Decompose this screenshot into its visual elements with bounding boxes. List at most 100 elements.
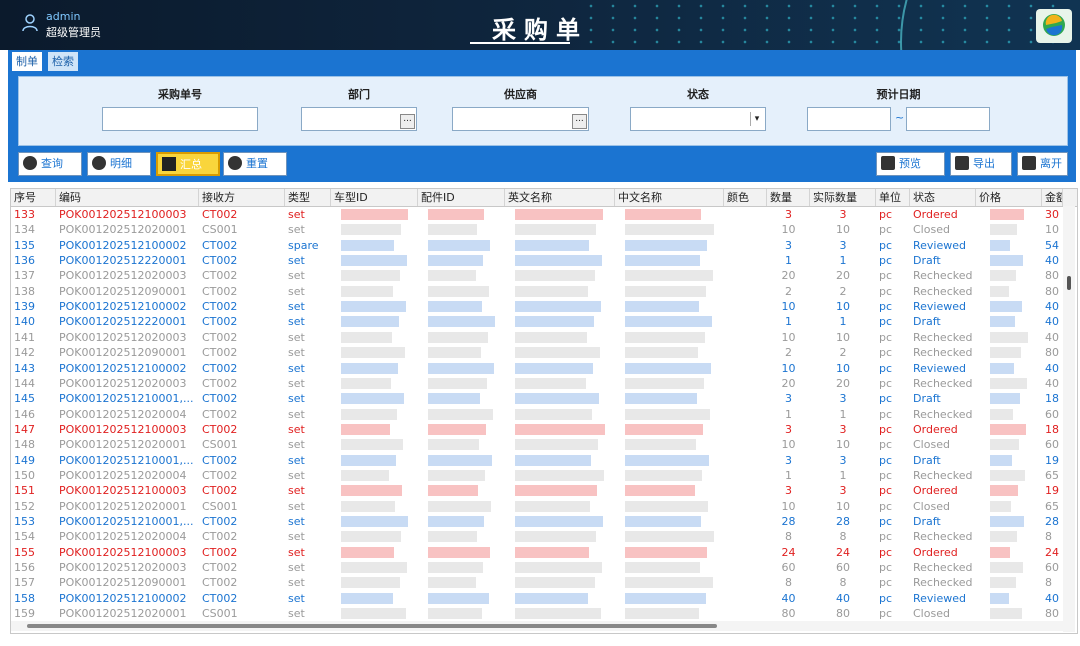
column-header[interactable]: 英文名称 — [505, 189, 615, 206]
column-header[interactable]: 状态 — [910, 189, 976, 206]
redacted-cell — [515, 546, 589, 558]
department-input[interactable]: ... — [301, 107, 417, 131]
date-to-input[interactable] — [906, 107, 990, 131]
date-from-input[interactable] — [807, 107, 891, 131]
table-row[interactable]: 159 POK001202512020001 CS001 set 80 80 pc Close… — [11, 606, 1063, 621]
column-header[interactable]: 数量 — [767, 189, 810, 206]
leave-button[interactable]: 离开 — [1017, 152, 1068, 176]
user-role: 超级管理员 — [46, 26, 101, 39]
column-header[interactable]: 价格 — [976, 189, 1042, 206]
table-row[interactable]: 140 POK001202512220001 CT002 set 1 1 pc Draft 40 — [11, 314, 1063, 329]
table-row[interactable]: 149 POK00120251210001,... CT002 set 3 3 pc Draf… — [11, 453, 1063, 468]
data-grid[interactable]: 序号 编码 接收方 类型 车型ID 配件ID 英文名称 中文名称 颜色 数量 实际数量 单位 状态 价格金… — [10, 188, 1078, 634]
table-row[interactable]: 155 POK001202512100003 CT002 set 24 24 pc Order… — [11, 545, 1063, 560]
column-header[interactable]: 车型ID — [331, 189, 418, 206]
table-row[interactable]: 136 POK001202512220001 CT002 set 1 1 pc Draft 40 — [11, 253, 1063, 268]
cell-recv: CT002 — [202, 346, 238, 360]
table-row[interactable]: 138 POK001202512090001 CT002 set 2 2 pc Recheck… — [11, 284, 1063, 299]
table-row[interactable]: 147 POK001202512100003 CT002 set 3 3 pc Ordered… — [11, 422, 1063, 437]
preview-button[interactable]: 预览 — [876, 152, 945, 176]
cell-status: Closed — [913, 499, 950, 513]
column-header[interactable]: 实际数量 — [810, 189, 876, 206]
table-row[interactable]: 142 POK001202512090001 CT002 set 2 2 pc Recheck… — [11, 345, 1063, 360]
cell-status: Ordered — [913, 545, 958, 559]
redacted-cell — [990, 347, 1021, 359]
vertical-scroll-thumb[interactable] — [1067, 276, 1071, 290]
cell-amount: 40 — [1045, 361, 1059, 375]
table-row[interactable]: 145 POK00120251210001,... CT002 set 3 3 pc Draf… — [11, 391, 1063, 406]
cell-amount: 40 — [1045, 315, 1059, 329]
redacted-cell — [341, 301, 406, 313]
table-row[interactable]: 154 POK001202512020004 CT002 set 8 8 pc Recheck… — [11, 529, 1063, 544]
cell-recv: CT002 — [202, 238, 238, 252]
table-row[interactable]: 158 POK001202512100002 CT002 set 40 40 pc Revie… — [11, 591, 1063, 606]
table-row[interactable]: 157 POK001202512090001 CT002 set 8 8 pc Recheck… — [11, 575, 1063, 590]
table-row[interactable]: 137 POK001202512020003 CT002 set 20 20 pc Reche… — [11, 268, 1063, 283]
export-button[interactable]: 导出 — [950, 152, 1012, 176]
table-row[interactable]: 146 POK001202512020004 CT002 set 1 1 pc Recheck… — [11, 407, 1063, 422]
column-header[interactable]: 单位 — [876, 189, 910, 206]
tab-create[interactable]: 制单 — [12, 52, 42, 71]
column-header[interactable]: 接收方 — [199, 189, 285, 206]
reset-button[interactable]: 重置 — [223, 152, 287, 176]
redacted-cell — [990, 239, 1010, 251]
column-header[interactable]: 颜色 — [724, 189, 767, 206]
table-row[interactable]: 144 POK001202512020003 CT002 set 20 20 pc Reche… — [11, 376, 1063, 391]
redacted-cell — [990, 270, 1016, 282]
cell-unit: pc — [879, 484, 893, 498]
redacted-cell — [515, 285, 588, 297]
column-header[interactable]: 编码 — [56, 189, 199, 206]
cell-no: 141 — [14, 330, 35, 344]
table-row[interactable]: 135 POK001202512100002 CT002 spare 3 3 pc Revie… — [11, 238, 1063, 253]
cell-type: set — [288, 315, 305, 329]
preview-label: 预览 — [899, 157, 921, 170]
column-header[interactable]: 类型 — [285, 189, 331, 206]
cell-type: set — [288, 530, 305, 544]
table-row[interactable]: 148 POK001202512020001 CS001 set 10 10 pc Close… — [11, 437, 1063, 452]
cell-actual: 10 — [836, 499, 850, 513]
supplier-browse-button[interactable]: ... — [572, 114, 587, 129]
column-header[interactable]: 金额 — [1042, 189, 1063, 206]
table-row[interactable]: 141 POK001202512020003 CT002 set 10 10 pc Reche… — [11, 330, 1063, 345]
cell-actual: 2 — [839, 346, 847, 360]
query-button[interactable]: 查询 — [18, 152, 82, 176]
cell-no: 146 — [14, 407, 35, 421]
status-select[interactable]: ▾ — [630, 107, 766, 131]
table-row[interactable]: 133 POK001202512100003 CT002 set 3 3 pc Ordered… — [11, 207, 1063, 222]
cell-status: Draft — [913, 392, 941, 406]
tab-search[interactable]: 检索 — [48, 52, 78, 71]
table-row[interactable]: 156 POK001202512020003 CT002 set 60 60 pc Reche… — [11, 560, 1063, 575]
cell-qty: 3 — [785, 484, 792, 498]
vertical-scrollbar[interactable] — [1063, 206, 1075, 632]
redacted-cell — [625, 577, 713, 589]
table-row[interactable]: 150 POK001202512020004 CT002 set 1 1 pc Recheck… — [11, 468, 1063, 483]
cell-amount: 19 — [1045, 484, 1059, 498]
cell-status: Closed — [913, 223, 950, 237]
cell-status: Ordered — [913, 422, 958, 436]
redacted-cell — [428, 469, 485, 481]
redacted-cell — [515, 608, 601, 620]
redacted-cell — [428, 500, 491, 512]
column-header[interactable]: 中文名称 — [615, 189, 724, 206]
table-row[interactable]: 152 POK001202512020001 CS001 set 10 10 pc Close… — [11, 499, 1063, 514]
cell-no: 150 — [14, 468, 35, 482]
detail-button[interactable]: 明细 — [87, 152, 151, 176]
department-browse-button[interactable]: ... — [400, 114, 415, 129]
supplier-input[interactable]: ... — [452, 107, 589, 131]
redacted-cell — [515, 239, 589, 251]
table-row[interactable]: 143 POK001202512100002 CT002 set 10 10 pc Revie… — [11, 361, 1063, 376]
cell-amount: 18 — [1045, 392, 1059, 406]
table-row[interactable]: 139 POK001202512100002 CT002 set 10 10 pc Revie… — [11, 299, 1063, 314]
horizontal-scrollbar[interactable] — [11, 621, 1063, 631]
table-row[interactable]: 134 POK001202512020001 CS001 set 10 10 pc Close… — [11, 222, 1063, 237]
horizontal-scroll-thumb[interactable] — [27, 624, 717, 628]
column-header[interactable]: 序号 — [11, 189, 56, 206]
purchase-no-input[interactable] — [102, 107, 258, 131]
table-row[interactable]: 153 POK00120251210001,... CT002 set 28 28 pc Dr… — [11, 514, 1063, 529]
chevron-down-icon[interactable]: ▾ — [750, 112, 763, 126]
cell-unit: pc — [879, 330, 893, 344]
summary-button[interactable]: 汇总 — [156, 152, 220, 176]
department-label: 部门 — [348, 88, 370, 101]
table-row[interactable]: 151 POK001202512100003 CT002 set 3 3 pc Ordered… — [11, 483, 1063, 498]
column-header[interactable]: 配件ID — [418, 189, 505, 206]
